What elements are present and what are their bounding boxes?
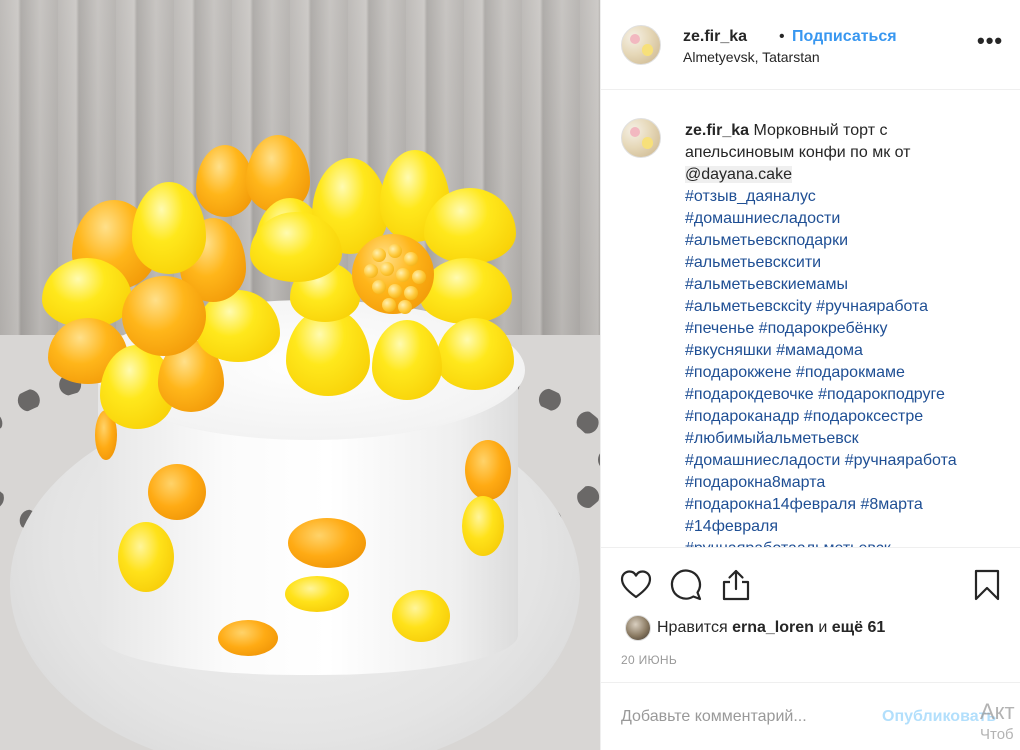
follow-button[interactable]: Подписаться — [792, 28, 897, 46]
hashtag-line[interactable]: #домашниесладости #ручнаяработа — [685, 450, 1001, 472]
share-icon — [722, 569, 750, 601]
flower-bead — [388, 244, 402, 258]
cake-dot — [465, 440, 511, 500]
more-options-icon[interactable]: ••• — [977, 30, 1002, 56]
hashtag-line[interactable]: #альметьевсксити — [685, 252, 1001, 274]
watermark-line-1: Акт — [980, 699, 1015, 724]
cake-dot — [148, 464, 206, 520]
hashtag-line[interactable]: #подарокна8марта — [685, 472, 1001, 494]
caption-area[interactable]: ze.fir_ka Морковный торт с апельсиновым … — [601, 91, 1020, 548]
hashtag-line[interactable]: #любимыйальметьевск — [685, 428, 1001, 450]
post-side-panel: ze.fir_ka • Подписаться Almetyevsk, Tata… — [600, 0, 1020, 750]
comment-button[interactable] — [669, 568, 703, 602]
likes-prefix: Нравится — [657, 619, 728, 636]
flower-bead — [382, 298, 396, 312]
hashtag-line[interactable]: #подарокжене #подарокмаме — [685, 362, 1001, 384]
hashtag-line[interactable]: #подарокна14февраля #8марта — [685, 494, 1001, 516]
caption-username[interactable]: ze.fir_ka — [685, 122, 749, 139]
likes-text: Нравится erna_loren и ещё 61 — [657, 619, 885, 637]
hashtag-list: #отзыв_даяналус #домашниесладости #альметь… — [685, 186, 1001, 547]
like-button[interactable] — [619, 568, 653, 602]
flower-bead — [396, 268, 410, 282]
avatar[interactable] — [621, 25, 661, 65]
activation-watermark: Акт Чтоб — [980, 698, 1015, 744]
caption-text: ze.fir_ka Морковный торт с апельсиновым … — [685, 120, 1001, 547]
comment-form: Опубликовать — [601, 682, 1020, 750]
post-header: ze.fir_ka • Подписаться Almetyevsk, Tata… — [601, 0, 1020, 90]
separator-dot: • — [779, 28, 785, 45]
comment-input[interactable] — [621, 705, 871, 729]
caption-mention[interactable]: @dayana.cake — [685, 166, 792, 183]
cake-dot — [118, 522, 174, 592]
cake-dot — [462, 496, 504, 556]
likes-count-link[interactable]: ещё 61 — [832, 619, 886, 636]
hashtag-line[interactable]: #альметьевскиемамы — [685, 274, 1001, 296]
hashtag-line[interactable]: #печенье #подарокребёнку — [685, 318, 1001, 340]
hashtag-line[interactable]: #подарокдевочке #подарокподруге — [685, 384, 1001, 406]
flower-bead — [404, 286, 418, 300]
post-date[interactable]: 20 ИЮНЬ — [621, 653, 677, 667]
liker-avatar[interactable] — [625, 615, 651, 641]
cake-dot — [218, 620, 278, 656]
flower-bead — [372, 248, 386, 262]
share-button[interactable] — [719, 568, 753, 602]
cake-dot — [288, 518, 366, 568]
cake-dot — [392, 590, 450, 642]
hashtag-line[interactable]: #вкусняшки #мамадома — [685, 340, 1001, 362]
flower-bead — [388, 284, 402, 298]
flower-center — [122, 276, 206, 356]
heart-icon — [620, 570, 652, 599]
hashtag-line[interactable]: #ручнаяработаальметьевск — [685, 538, 1001, 547]
hashtag-line[interactable]: #14февраля — [685, 516, 1001, 538]
hashtag-line[interactable]: #альметьевскподарки — [685, 230, 1001, 252]
comment-icon — [670, 569, 702, 601]
hashtag-line[interactable]: #отзыв_даяналус — [685, 186, 1001, 208]
liker-username[interactable]: erna_loren — [732, 619, 814, 636]
bookmark-icon — [974, 569, 1000, 601]
hashtag-line[interactable]: #домашниесладости — [685, 208, 1001, 230]
watermark-line-2: Чтоб — [980, 726, 1014, 743]
post-username[interactable]: ze.fir_ka — [683, 28, 747, 46]
flower-bead — [372, 280, 386, 294]
flower-bead — [398, 300, 412, 314]
post-location[interactable]: Almetyevsk, Tatarstan — [683, 49, 820, 65]
flower-bead — [404, 252, 418, 266]
post-photo[interactable] — [0, 0, 600, 750]
flower-bead — [412, 270, 426, 284]
flower-bead — [364, 264, 378, 278]
caption-avatar[interactable] — [621, 118, 661, 158]
save-button[interactable] — [970, 568, 1004, 602]
hashtag-line[interactable]: #альметьевскcity #ручнаяработа — [685, 296, 1001, 318]
action-bar — [601, 560, 1020, 610]
cake-dot — [285, 576, 349, 612]
likes-connector: и — [818, 619, 828, 636]
hashtag-line[interactable]: #подароканадр #подароксестре — [685, 406, 1001, 428]
flower-bead — [380, 262, 394, 276]
